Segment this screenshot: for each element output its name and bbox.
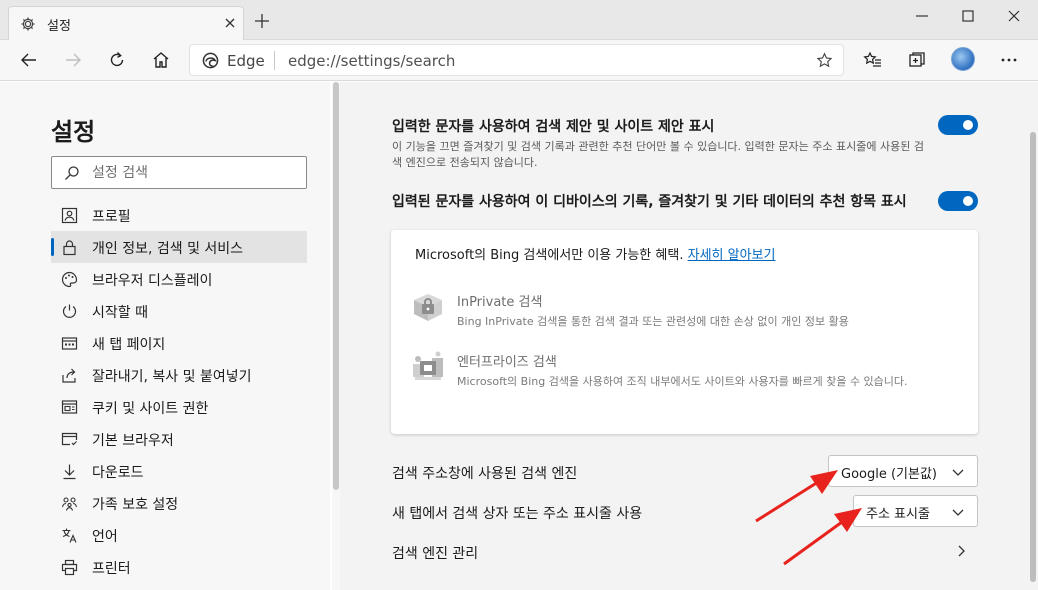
chevron-right-icon[interactable] [954, 544, 968, 558]
home-icon[interactable] [151, 50, 171, 70]
forward-icon[interactable] [63, 50, 83, 70]
inprivate-search-title: InPrivate 검색 [457, 295, 543, 310]
gear-icon [21, 17, 35, 31]
sidebar-item-cookies-site-permissions[interactable]: 쿠키 및 사이트 권한 [51, 391, 307, 423]
back-icon[interactable] [19, 50, 39, 70]
refresh-icon[interactable] [107, 50, 127, 70]
sidebar-item-new-tab-page[interactable]: 새 탭 페이지 [51, 327, 307, 359]
history-suggestions-title: 입력된 문자를 사용하여 이 디바이스의 기록, 즐겨찾기 및 기타 데이터의 … [392, 194, 907, 210]
inprivate-search-description: Bing InPrivate 검색을 통한 검색 결과 또는 관련성에 대한 손… [457, 315, 849, 328]
new-tab-search-dropdown[interactable]: 주소 표시줄 [853, 495, 978, 527]
settings-content: 입력한 문자를 사용하여 검색 제안 및 사이트 제안 표시 이 기능을 끄면 … [340, 82, 1028, 590]
palette-icon [61, 271, 78, 288]
profile-icon [61, 207, 78, 224]
language-icon [62, 528, 77, 543]
sidebar-item-default-browser[interactable]: 기본 브라우저 [51, 423, 307, 455]
settings-sidebar: 설정 프로필 개인 정보, 검색 및 서비스 브라우저 디스플레이 시작할 때 … [0, 82, 330, 590]
sidebar-item-printers[interactable]: 프린터 [51, 551, 307, 583]
address-divider [274, 51, 275, 70]
close-tab-icon[interactable] [222, 15, 238, 31]
sidebar-item-languages[interactable]: 언어 [51, 519, 307, 551]
minimize-icon[interactable] [914, 8, 930, 24]
close-window-icon[interactable] [1006, 8, 1022, 24]
sidebar-item-label: 개인 정보, 검색 및 서비스 [92, 241, 244, 257]
content-scrollbar-thumb[interactable] [1030, 132, 1036, 582]
new-tab-search-selected-value: 주소 표시줄 [866, 507, 930, 522]
bing-card-heading: Microsoft의 Bing 검색에서만 이용 가능한 혜택. 자세히 알아보… [415, 244, 775, 263]
newtab-icon [61, 337, 78, 350]
chevron-down-icon [952, 469, 964, 476]
sidebar-item-on-startup[interactable]: 시작할 때 [51, 295, 307, 327]
sidebar-item-label: 쿠키 및 사이트 권한 [92, 401, 209, 417]
chevron-down-icon [952, 509, 964, 516]
tab-bar: 설정 [0, 0, 1038, 40]
bing-card-heading-text: Microsoft의 Bing 검색에서만 이용 가능한 혜택. [415, 248, 684, 263]
content-scrollbar[interactable] [1028, 82, 1038, 590]
favorites-icon[interactable] [863, 50, 883, 70]
download-icon [63, 464, 76, 480]
more-menu-icon[interactable] [999, 50, 1019, 70]
url-text[interactable]: edge://settings/search [288, 52, 455, 70]
learn-more-link[interactable]: 자세히 알아보기 [688, 248, 776, 263]
search-icon [65, 166, 79, 180]
search-suggestions-toggle[interactable] [938, 115, 978, 135]
sidebar-item-label: 다운로드 [92, 465, 144, 481]
search-suggestions-title: 입력한 문자를 사용하여 검색 제안 및 사이트 제안 표시 [392, 119, 715, 135]
inprivate-search-icon [414, 294, 442, 321]
page-title: 설정 [51, 118, 96, 146]
sidebar-scrollbar-thumb[interactable] [333, 82, 339, 490]
sidebar-item-label: 브라우저 디스플레이 [92, 273, 213, 289]
maximize-icon[interactable] [960, 8, 976, 24]
lock-icon [63, 240, 76, 256]
tab-title: 설정 [47, 19, 71, 34]
search-engine-dropdown[interactable]: Google (기본값) [828, 455, 978, 487]
address-bar-search-engine-label: 검색 주소창에 사용된 검색 엔진 [392, 466, 578, 482]
profile-avatar[interactable] [951, 47, 975, 71]
tab-settings[interactable]: 설정 [8, 6, 244, 40]
settings-search-input[interactable] [92, 163, 292, 183]
sidebar-item-label: 언어 [92, 529, 118, 545]
browser-toolbar: Edge edge://settings/search [0, 40, 1038, 81]
site-identity-label: Edge [227, 52, 265, 70]
sidebar-item-label: 프린터 [92, 561, 131, 577]
settings-search-box[interactable] [51, 156, 307, 189]
sidebar-item-profile[interactable]: 프로필 [51, 199, 307, 231]
address-bar[interactable]: Edge edge://settings/search [189, 44, 844, 76]
sidebar-item-label: 기본 브라우저 [92, 433, 174, 449]
share-icon [62, 368, 76, 383]
bing-benefits-card: Microsoft의 Bing 검색에서만 이용 가능한 혜택. 자세히 알아보… [391, 230, 978, 434]
enterprise-search-description: Microsoft의 Bing 검색을 사용하여 조직 내부에서도 사이트와 사… [457, 375, 908, 388]
sidebar-item-browser-display[interactable]: 브라우저 디스플레이 [51, 263, 307, 295]
history-suggestions-toggle[interactable] [938, 191, 978, 211]
edge-logo-icon [202, 52, 219, 69]
sidebar-item-label: 시작할 때 [92, 305, 148, 321]
collections-icon[interactable] [907, 50, 927, 70]
sidebar-item-label: 새 탭 페이지 [92, 337, 166, 353]
site-permissions-icon [61, 400, 78, 414]
new-tab-search-label: 새 탭에서 검색 상자 또는 주소 표시줄 사용 [392, 506, 643, 522]
enterprise-search-title: 엔터프라이즈 검색 [457, 355, 557, 370]
settings-nav: 프로필 개인 정보, 검색 및 서비스 브라우저 디스플레이 시작할 때 새 탭… [51, 199, 307, 583]
enterprise-search-icon [413, 351, 443, 380]
sidebar-scrollbar[interactable] [332, 82, 340, 590]
printer-icon [61, 559, 78, 576]
sidebar-item-label: 잘라내기, 복사 및 붙여넣기 [92, 369, 252, 385]
browser-icon [61, 432, 78, 446]
search-engine-selected-value: Google (기본값) [841, 467, 937, 482]
sidebar-item-downloads[interactable]: 다운로드 [51, 455, 307, 487]
power-icon [62, 304, 77, 318]
sidebar-item-label: 가족 보호 설정 [92, 497, 179, 513]
sidebar-item-family-safety[interactable]: 가족 보호 설정 [51, 487, 307, 519]
sidebar-item-share-copy-paste[interactable]: 잘라내기, 복사 및 붙여넣기 [51, 359, 307, 391]
favorite-star-icon[interactable] [816, 52, 833, 69]
sidebar-item-label: 프로필 [92, 209, 131, 225]
new-tab-icon[interactable] [254, 13, 270, 29]
manage-search-engines-label[interactable]: 검색 엔진 관리 [392, 543, 478, 563]
sidebar-item-privacy-search-services[interactable]: 개인 정보, 검색 및 서비스 [51, 231, 307, 263]
search-suggestions-description: 이 기능을 끄면 즐겨찾기 및 검색 기록과 관련한 추천 단어만 볼 수 있습… [392, 140, 924, 169]
family-icon [61, 497, 78, 511]
